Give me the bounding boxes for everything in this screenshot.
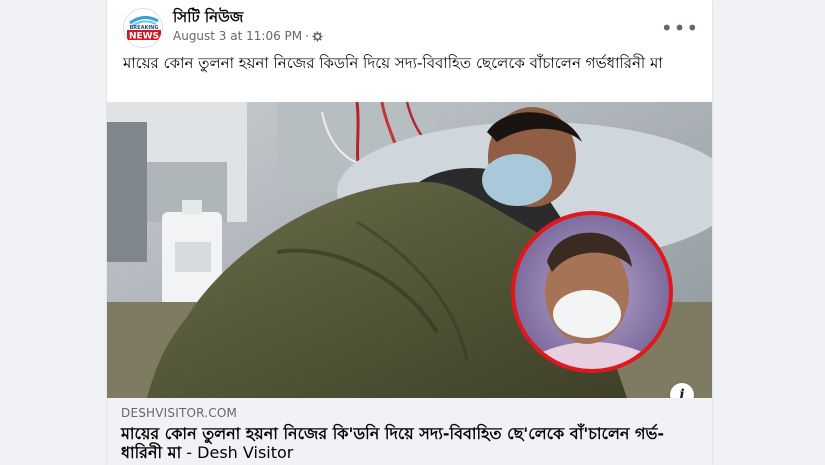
post-message: মায়ের কোন তুলনা হয়না নিজের কিডনি দিয়ে…	[123, 54, 663, 72]
hospital-photo	[107, 102, 712, 398]
gear-icon[interactable]	[312, 30, 323, 42]
breaking-news-logo: BREAKING NEWS	[127, 16, 161, 42]
meta-separator: ·	[305, 29, 309, 43]
avatar-news-text: NEWS	[129, 32, 159, 42]
link-preview[interactable]: DESHVISITOR.COM মায়ের কোন তুলনা হয়না ন…	[107, 398, 712, 465]
link-source: Desh Visitor	[197, 443, 294, 462]
post-image[interactable]: i	[107, 102, 712, 398]
link-domain: DESHVISITOR.COM	[121, 406, 238, 420]
post-card: BREAKING NEWS সিটি নিউজ August 3 at 11:0…	[107, 0, 712, 465]
more-options-button[interactable]: •••	[661, 14, 698, 42]
post-meta: August 3 at 11:06 PM ·	[173, 29, 323, 43]
page-name-link[interactable]: সিটি নিউজ	[173, 8, 243, 26]
link-source-separator: -	[181, 443, 198, 462]
post-timestamp[interactable]: August 3 at 11:06 PM	[173, 29, 302, 43]
page-avatar[interactable]: BREAKING NEWS	[123, 8, 163, 48]
link-title[interactable]: মায়ের কোন তুলনা হয়না নিজের কি'ডনি দিয়…	[121, 424, 696, 462]
post-header: BREAKING NEWS সিটি নিউজ August 3 at 11:0…	[107, 0, 712, 50]
